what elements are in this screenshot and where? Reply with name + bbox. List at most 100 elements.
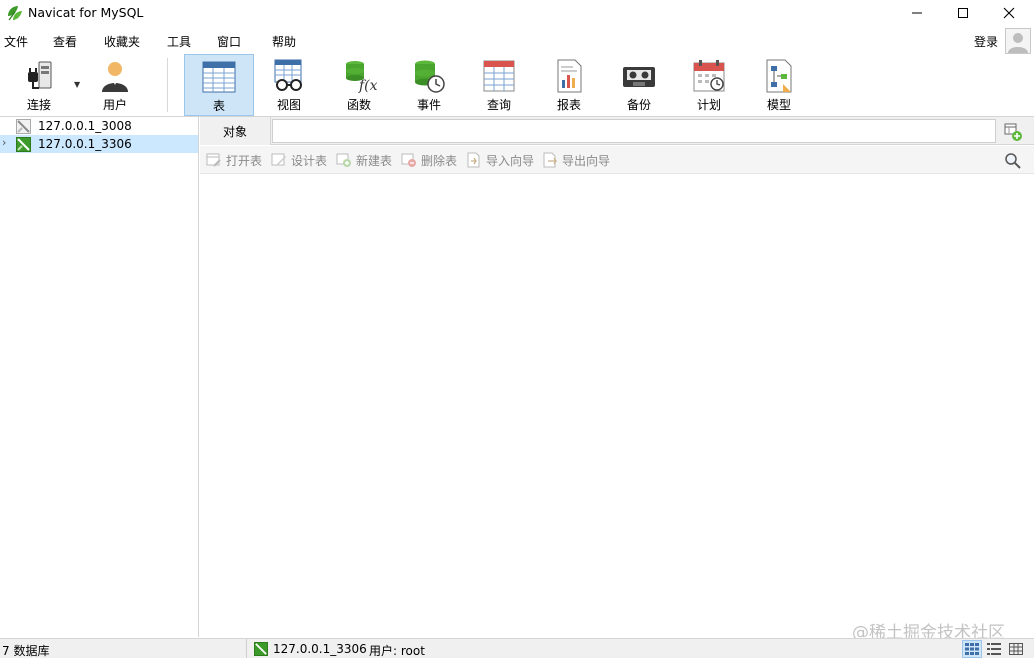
title-bar: Navicat for MySQL [0, 0, 1034, 26]
calendar-schedule-icon [693, 60, 725, 92]
view-detail-button[interactable] [1006, 640, 1026, 658]
chevron-right-icon[interactable]: › [2, 136, 6, 149]
toolbar-schedule-button[interactable]: 计划 [674, 54, 744, 116]
toolbar-query-button[interactable]: 查询 [464, 54, 534, 116]
toolbar-report-label: 报表 [556, 98, 581, 112]
object-tab-bar: 对象 [200, 117, 1034, 145]
window-title: Navicat for MySQL [28, 5, 144, 20]
status-db-count: 7 数据库 [2, 644, 50, 658]
toolbar-separator [167, 58, 168, 112]
toolbar-connect-button[interactable]: 连接 ▼ [4, 54, 80, 116]
menu-bar: 文件 查看 收藏夹 工具 窗口 帮助 [0, 30, 1034, 52]
report-icon [557, 59, 582, 93]
query-icon [483, 60, 515, 92]
toolbar-view-button[interactable]: 视图 [254, 54, 324, 116]
toolbar-user-label: 用户 [102, 98, 127, 112]
toolbar-backup-label: 备份 [626, 98, 651, 112]
connection-tree: 127.0.0.1_3008 › 127.0.0.1_3306 [0, 117, 199, 637]
maximize-button[interactable] [940, 0, 986, 26]
toolbar-query-label: 查询 [486, 98, 511, 112]
toolbar-table-button[interactable]: 表 [184, 54, 254, 116]
connection-connected-icon [16, 137, 31, 152]
new-table-button[interactable]: 新建表 [336, 152, 392, 168]
user-icon [102, 62, 128, 92]
menu-favorites[interactable]: 收藏夹 [104, 33, 140, 50]
function-icon: f(x) [346, 61, 377, 94]
minimize-icon [912, 12, 922, 14]
delete-table-label: 删除表 [421, 153, 458, 168]
svg-text:f(x): f(x) [358, 78, 377, 94]
toolbar-view-label: 视图 [276, 98, 301, 112]
design-table-label: 设计表 [291, 153, 328, 168]
menu-window[interactable]: 窗口 [217, 33, 241, 50]
toolbar-user-button[interactable]: 用户 [80, 54, 150, 116]
minimize-button[interactable] [894, 0, 940, 26]
delete-table-button[interactable]: 删除表 [401, 152, 457, 168]
connection-connected-icon [254, 642, 268, 656]
object-list-area[interactable] [200, 175, 1034, 637]
import-wizard-icon [467, 152, 480, 168]
maximize-icon [958, 8, 968, 18]
open-table-button[interactable]: 打开表 [206, 152, 262, 168]
menu-view[interactable]: 查看 [53, 33, 77, 50]
toolbar-table-label: 表 [212, 99, 225, 113]
toolbar-event-button[interactable]: 事件 [394, 54, 464, 116]
design-table-button[interactable]: 设计表 [271, 152, 327, 168]
search-icon[interactable] [1004, 152, 1022, 170]
table-icon [202, 61, 236, 93]
add-object-icon[interactable] [1002, 121, 1024, 143]
model-diagram-icon [766, 59, 792, 93]
open-table-label: 打开表 [226, 153, 263, 168]
object-action-bar: 打开表 设计表 新建表 删除表 导入向导 导出向导 [200, 146, 1034, 174]
navicat-leaf-icon [8, 6, 22, 21]
open-table-icon [206, 153, 221, 167]
tab-objects[interactable]: 对象 [200, 117, 271, 145]
connection-item[interactable]: 127.0.0.1_3008 [0, 117, 198, 135]
list-view-icon [987, 643, 1001, 655]
new-table-icon [336, 153, 351, 167]
event-clock-icon [415, 60, 445, 93]
toolbar-event-label: 事件 [416, 98, 441, 112]
export-wizard-icon [543, 152, 557, 168]
toolbar-model-label: 模型 [766, 98, 791, 112]
toolbar-backup-button[interactable]: 备份 [604, 54, 674, 116]
delete-table-icon [401, 153, 416, 167]
user-avatar-icon [1008, 33, 1028, 53]
design-table-icon [271, 153, 286, 166]
login-link[interactable]: 登录 [974, 33, 998, 50]
export-wizard-button[interactable]: 导出向导 [542, 152, 610, 168]
view-grid-button[interactable] [962, 640, 982, 658]
close-button[interactable] [986, 0, 1032, 26]
detail-view-icon [1009, 643, 1023, 655]
connection-disconnected-icon [16, 119, 31, 134]
toolbar-function-button[interactable]: f(x) 函数 [324, 54, 394, 116]
status-connection: 127.0.0.1_3306 [273, 642, 367, 656]
menu-tools[interactable]: 工具 [167, 33, 191, 50]
view-list-button[interactable] [984, 640, 1004, 658]
toolbar-function-label: 函数 [346, 98, 371, 112]
close-icon [1003, 7, 1015, 19]
toolbar-schedule-label: 计划 [696, 98, 721, 112]
menu-help[interactable]: 帮助 [272, 33, 296, 50]
plug-icon [28, 61, 52, 89]
status-separator [246, 639, 247, 658]
connection-item-selected[interactable]: › 127.0.0.1_3306 [0, 135, 198, 153]
toolbar-model-button[interactable]: 模型 [744, 54, 814, 116]
avatar[interactable] [1005, 28, 1031, 54]
status-bar: 7 数据库 127.0.0.1_3306 用户: root [0, 638, 1034, 658]
grid-view-icon [965, 643, 979, 655]
connection-label: 127.0.0.1_3306 [38, 137, 132, 151]
view-glasses-icon [274, 59, 302, 91]
import-wizard-button[interactable]: 导入向导 [466, 152, 534, 168]
menu-file[interactable]: 文件 [4, 33, 28, 50]
toolbar-report-button[interactable]: 报表 [534, 54, 604, 116]
status-user: 用户: root [369, 644, 425, 658]
import-wizard-label: 导入向导 [486, 153, 535, 168]
toolbar-connect-label: 连接 [26, 98, 51, 112]
new-table-label: 新建表 [356, 153, 393, 168]
backup-tape-icon [623, 67, 655, 87]
object-search-input[interactable] [272, 119, 996, 143]
main-toolbar: 连接 ▼ 用户 表 视图 f(x 函数 事件 查询 报表 备份 计划 模型 [0, 54, 1034, 116]
connection-label: 127.0.0.1_3008 [38, 119, 132, 133]
export-wizard-label: 导出向导 [562, 153, 611, 168]
